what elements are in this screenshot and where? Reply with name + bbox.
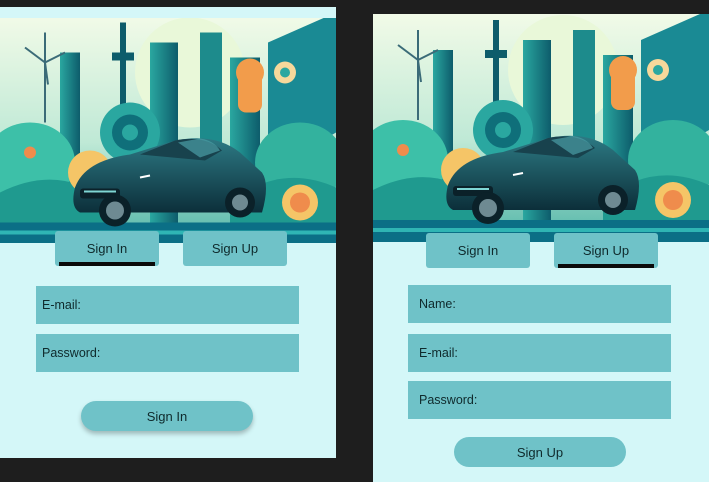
email-field-label: E-mail: [419,346,458,360]
hero-illustration [373,14,709,242]
tab-sign-up-label: Sign Up [211,241,259,256]
tab-sign-in-label: Sign In [86,241,128,256]
sign-up-button[interactable]: Sign Up [454,437,626,467]
signin-panel: Sign In Sign Up E-mail: Password: Sign I… [0,7,336,458]
password-field-label: Password: [419,393,478,407]
email-field[interactable]: E-mail: [36,286,299,324]
sign-up-button-label: Sign Up [516,444,564,460]
active-tab-indicator [59,262,155,266]
password-field-label: Password: [42,346,101,360]
password-field[interactable]: Password: [408,381,671,419]
active-tab-indicator [558,264,654,268]
name-field[interactable]: Name: [408,285,671,323]
password-field[interactable]: Password: [36,334,299,372]
email-field-label: E-mail: [42,298,81,312]
tab-sign-up[interactable]: Sign Up [554,233,658,268]
tab-sign-up-label: Sign Up [582,243,630,258]
tab-sign-in[interactable]: Sign In [55,231,159,266]
sign-in-button[interactable]: Sign In [81,401,253,431]
email-field[interactable]: E-mail: [408,334,671,372]
sign-in-button-label: Sign In [146,408,188,424]
tab-sign-up[interactable]: Sign Up [183,231,287,266]
hero-illustration [0,18,336,243]
name-field-label: Name: [419,297,456,311]
tab-sign-in[interactable]: Sign In [426,233,530,268]
tab-sign-in-label: Sign In [457,243,499,258]
signup-panel: Sign In Sign Up Name: E-mail: Password: … [373,14,709,482]
